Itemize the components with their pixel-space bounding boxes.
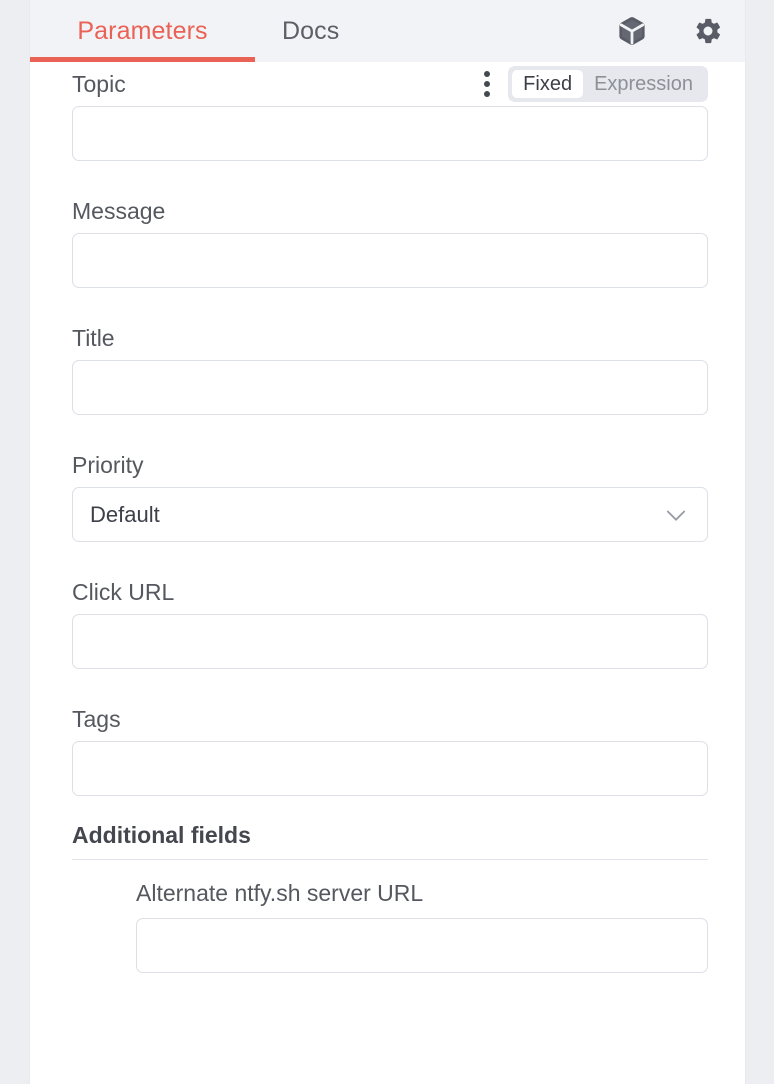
- field-topic: Topic Fixed Expression: [72, 62, 708, 161]
- tab-parameters-label: Parameters: [77, 16, 208, 45]
- title-input[interactable]: [72, 360, 708, 415]
- additional-fields-header: Additional fields: [72, 822, 708, 860]
- gear-icon[interactable]: [693, 16, 723, 46]
- field-click-url-header: Click URL: [72, 570, 708, 614]
- field-click-url: Click URL: [72, 570, 708, 669]
- field-message-label: Message: [72, 197, 166, 224]
- toggle-option-fixed[interactable]: Fixed: [512, 70, 584, 98]
- kebab-dot: [484, 71, 491, 77]
- field-tags: Tags: [72, 697, 708, 796]
- kebab-dot: [484, 91, 491, 97]
- additional-fields-title: Additional fields: [72, 822, 251, 848]
- topic-input[interactable]: [72, 106, 708, 161]
- parameters-body: Topic Fixed Expression Message Title Pri…: [30, 62, 745, 973]
- panel-tabbar: Parameters Docs: [30, 0, 745, 62]
- field-alternate-server-label: Alternate ntfy.sh server URL: [136, 880, 424, 906]
- priority-select[interactable]: Default: [72, 487, 708, 542]
- field-priority: Priority Default: [72, 443, 708, 542]
- click-url-input[interactable]: [72, 614, 708, 669]
- field-priority-header: Priority: [72, 443, 708, 487]
- node-parameters-panel-root: Parameters Docs Topic Fixed Expression M…: [0, 0, 774, 1084]
- tab-parameters[interactable]: Parameters: [30, 0, 255, 62]
- toggle-option-expression[interactable]: Expression: [583, 70, 704, 98]
- tab-list: Parameters Docs: [30, 0, 415, 62]
- field-click-url-label: Click URL: [72, 578, 175, 605]
- tabbar-actions: [617, 0, 723, 62]
- tab-docs-label: Docs: [282, 16, 340, 45]
- kebab-dot: [484, 81, 491, 87]
- fixed-expression-toggle: Fixed Expression: [508, 66, 708, 102]
- priority-select-value: Default: [90, 501, 160, 527]
- tab-docs[interactable]: Docs: [255, 0, 415, 62]
- field-title-label: Title: [72, 324, 115, 351]
- cube-icon[interactable]: [617, 16, 647, 46]
- field-topic-header: Topic Fixed Expression: [72, 62, 708, 106]
- field-tags-header: Tags: [72, 697, 708, 741]
- tags-input[interactable]: [72, 741, 708, 796]
- field-alternate-server: Alternate ntfy.sh server URL: [72, 860, 708, 973]
- field-topic-label: Topic: [72, 70, 126, 97]
- alternate-server-input[interactable]: [136, 918, 708, 973]
- field-topic-controls: Fixed Expression: [477, 66, 708, 102]
- field-message: Message: [72, 189, 708, 288]
- field-message-header: Message: [72, 189, 708, 233]
- kebab-menu-icon[interactable]: [477, 69, 497, 99]
- ndv-panel: Parameters Docs Topic Fixed Expression M…: [30, 0, 745, 1084]
- field-tags-label: Tags: [72, 705, 121, 732]
- field-title: Title: [72, 316, 708, 415]
- message-input[interactable]: [72, 233, 708, 288]
- field-priority-label: Priority: [72, 451, 144, 478]
- field-title-header: Title: [72, 316, 708, 360]
- chevron-down-icon: [662, 501, 690, 529]
